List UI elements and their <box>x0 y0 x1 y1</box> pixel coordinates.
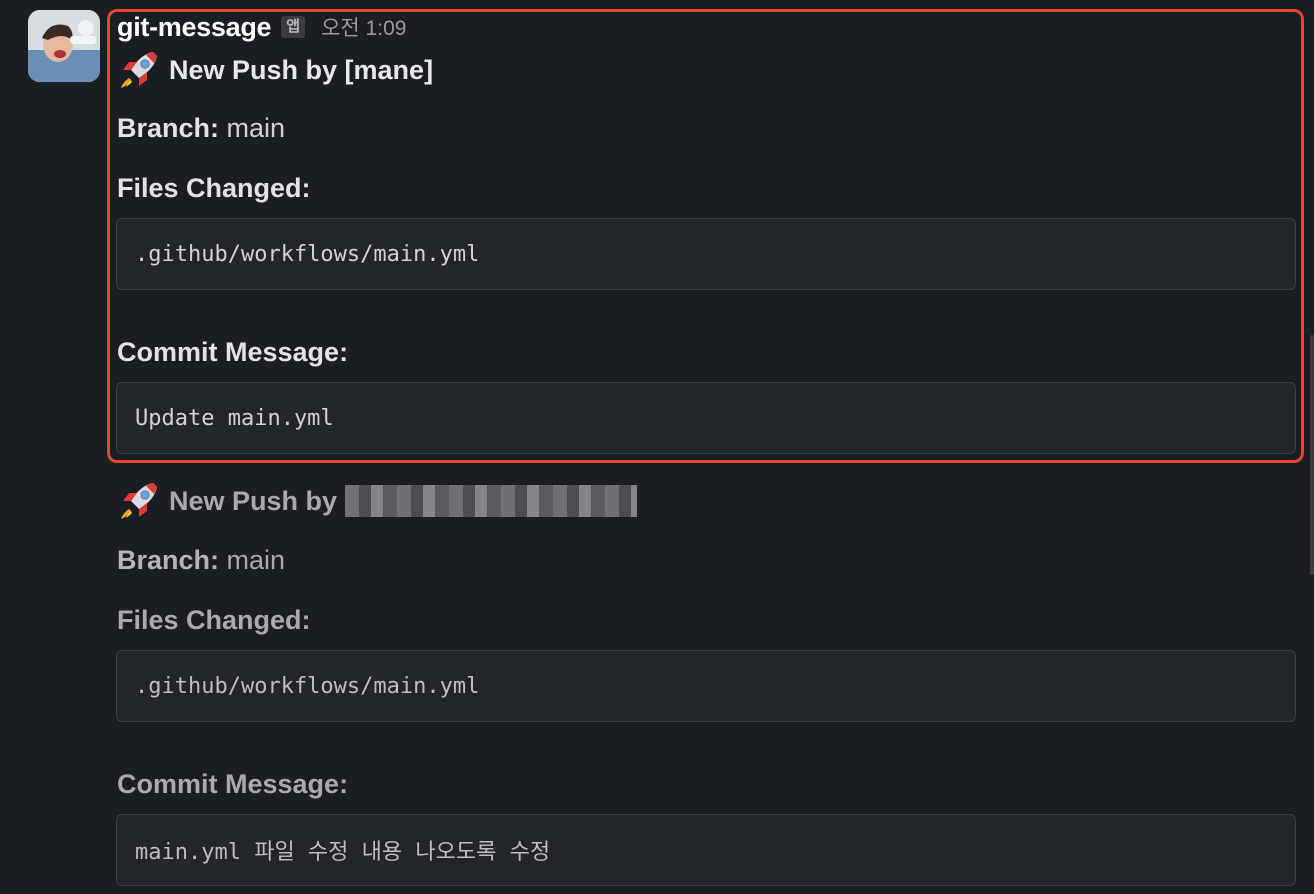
message-feed: git-message 앱 오전 1:09 New Push by [mane]… <box>0 0 1314 894</box>
branch-line: Branch: main <box>117 545 285 576</box>
files-changed-codeblock[interactable]: .github/workflows/main.yml <box>116 650 1296 722</box>
branch-label: Branch: <box>117 545 220 575</box>
push-title-text: New Push by <box>169 485 338 516</box>
commit-message-codeblock[interactable]: Update main.yml <box>116 382 1296 454</box>
message-header: git-message 앱 오전 1:09 <box>117 10 406 44</box>
app-badge: 앱 <box>281 16 306 38</box>
commit-message-label: Commit Message: <box>117 769 349 799</box>
commit-message-codeblock[interactable]: main.yml 파일 수정 내용 나오도록 수정 <box>116 814 1296 886</box>
files-changed-codeblock[interactable]: .github/workflows/main.yml <box>116 218 1296 290</box>
sender-name[interactable]: git-message <box>117 12 272 43</box>
rocket-icon <box>121 52 157 88</box>
commit-message-label: Commit Message: <box>117 337 349 367</box>
message-timestamp[interactable]: 오전 1:09 <box>321 12 406 42</box>
files-changed-label: Files Changed: <box>117 605 311 635</box>
files-changed-label: Files Changed: <box>117 173 311 203</box>
push-title-text: New Push by [mane] <box>169 54 434 85</box>
branch-line: Branch: main <box>117 113 285 144</box>
branch-value: main <box>219 113 286 143</box>
push-title: New Push by <box>117 481 638 521</box>
redacted-username <box>345 485 638 517</box>
scrollbar[interactable] <box>1310 335 1314 575</box>
branch-value: main <box>219 545 286 575</box>
branch-label: Branch: <box>117 113 220 143</box>
push-title: New Push by [mane] <box>117 50 433 90</box>
rocket-icon <box>121 483 157 519</box>
avatar[interactable] <box>28 10 100 82</box>
